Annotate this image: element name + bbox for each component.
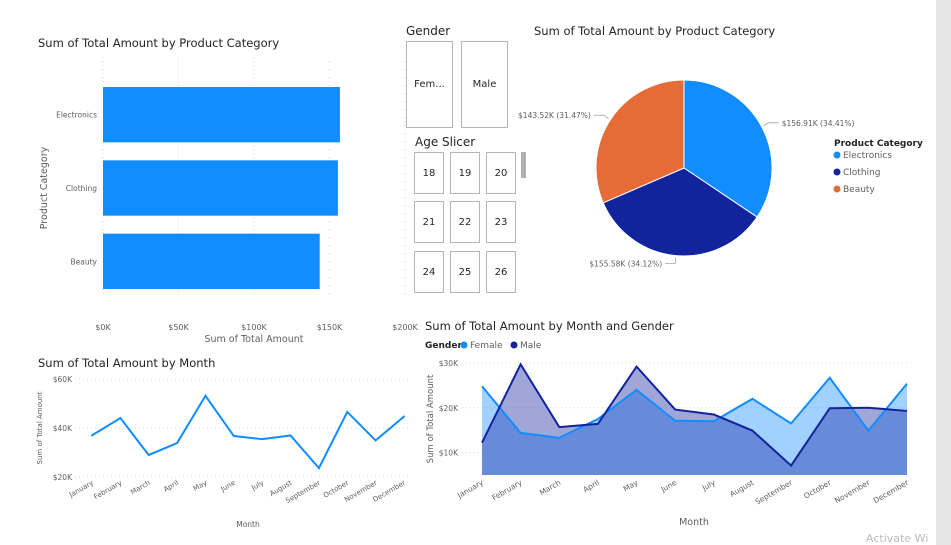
age-option-21[interactable]: 21: [414, 201, 444, 243]
x-tick-label: December: [372, 479, 408, 504]
legend-marker: [460, 341, 468, 349]
x-tick-label: $200K: [392, 323, 418, 332]
line-point: [403, 415, 405, 418]
pie-chart: $156.91K (34.41%) $155.58K (34.12%) $143.5…: [518, 79, 923, 269]
line-point: [261, 438, 264, 441]
x-axis-label: Month: [236, 520, 260, 529]
area-legend-item: Female: [470, 341, 503, 351]
age-option-20[interactable]: 20: [486, 152, 516, 194]
pie-legend-item: Beauty: [843, 185, 875, 195]
x-tick-label: December: [872, 477, 911, 505]
pie-legend-item: Electronics: [843, 151, 892, 161]
pie-legend-title: Product Category: [834, 139, 923, 149]
y-axis-label: Sum of Total Amount: [426, 374, 436, 463]
y-axis-label: Product Category: [39, 146, 50, 229]
area-legend-item: Male: [520, 341, 542, 351]
gender-slicer-title: Gender: [406, 24, 451, 38]
x-tick-label: August: [728, 478, 755, 499]
line-series-total: [91, 393, 405, 470]
y-tick-label: $40K: [53, 424, 73, 433]
pie-data-label: $155.58K (34.12%): [589, 260, 662, 269]
age-option-19[interactable]: 19: [450, 152, 480, 194]
line-point: [204, 394, 207, 397]
pie-chart-title: Sum of Total Amount by Product Category: [534, 24, 776, 38]
x-tick-label: May: [192, 479, 209, 493]
line-point: [317, 467, 320, 470]
legend-marker: [833, 168, 841, 176]
legend-marker: [833, 151, 841, 159]
x-tick-label: April: [582, 478, 601, 494]
x-tick-label: March: [538, 478, 563, 497]
x-tick-label: March: [129, 479, 151, 497]
age-option-25[interactable]: 25: [450, 251, 480, 293]
x-tick-label: November: [833, 477, 872, 505]
line-point: [374, 439, 377, 442]
age-option-22[interactable]: 22: [450, 201, 480, 243]
line-point: [176, 442, 179, 445]
gender-option-male[interactable]: Male: [461, 41, 508, 128]
x-tick-label: $0K: [95, 323, 111, 332]
y-tick-label: $20K: [53, 473, 73, 482]
x-tick-label: June: [219, 479, 237, 494]
age-slicer-title: Age Slicer: [415, 135, 476, 149]
x-axis-label: Month: [679, 517, 709, 528]
line-chart-title: Sum of Total Amount by Month: [38, 356, 216, 370]
bar-chart-title: Sum of Total Amount by Product Category: [38, 36, 280, 50]
age-option-23[interactable]: 23: [486, 201, 516, 243]
age-option-26[interactable]: 26: [486, 251, 516, 293]
x-tick-label: May: [622, 478, 640, 494]
line-point: [119, 417, 122, 420]
line-point: [232, 435, 235, 438]
area-chart-title: Sum of Total Amount by Month and Gender: [425, 319, 674, 333]
x-tick-label: July: [249, 479, 265, 493]
pie-legend-item: Clothing: [843, 168, 880, 178]
pie-leader-line: [593, 114, 610, 119]
x-tick-label: $100K: [241, 323, 267, 332]
y-tick-label: $60K: [53, 375, 73, 384]
page-scrollbar[interactable]: [936, 0, 951, 545]
gender-option-female[interactable]: Fem...: [406, 41, 453, 128]
pie-leader-line: [763, 122, 779, 127]
y-tick-label: $30K: [439, 359, 459, 368]
line-point: [147, 453, 150, 456]
pie-leader-line: [665, 257, 677, 264]
x-tick-label: June: [659, 478, 679, 495]
line-point: [91, 434, 93, 437]
y-tick-label: Clothing: [66, 184, 97, 193]
line-chart: $20K$40K$60KJanuaryFebruary March April May…: [36, 375, 410, 529]
y-tick-label: $20K: [439, 404, 459, 413]
legend-marker: [833, 185, 841, 193]
y-tick-label: $10K: [439, 449, 459, 458]
bar-clothing: [103, 160, 338, 216]
x-tick-label: April: [162, 479, 180, 494]
area-legend-title: Gender: [425, 341, 462, 351]
line-point: [289, 434, 292, 437]
y-tick-label: Electronics: [56, 111, 97, 120]
legend-marker: [510, 341, 518, 349]
area-chart: Gender Female Male $10K $20K $30K January Febru…: [425, 341, 911, 528]
pie-data-label: $156.91K (34.41%): [782, 119, 855, 128]
x-tick-label: October: [802, 477, 833, 500]
line-point: [346, 410, 349, 413]
area-fill-male: [482, 364, 907, 475]
age-option-24[interactable]: 24: [414, 251, 444, 293]
bar-chart: $0K $50K $100K $150K $200K Electronics Clothin…: [39, 57, 419, 345]
x-tick-label: July: [700, 478, 718, 493]
y-tick-label: Beauty: [71, 257, 98, 266]
bar-beauty: [103, 233, 320, 289]
x-tick-label: $150K: [317, 323, 343, 332]
pie-data-label: $143.52K (31.47%): [518, 111, 591, 120]
bar-electronics: [103, 87, 340, 143]
age-slicer-scrollbar[interactable]: [521, 152, 526, 178]
x-tick-label: February: [92, 479, 123, 501]
y-axis-label: Sum of Total Amount: [36, 391, 44, 464]
x-axis-label: Sum of Total Amount: [204, 334, 303, 345]
age-option-18[interactable]: 18: [414, 152, 444, 194]
x-tick-label: January: [455, 478, 485, 501]
x-tick-label: February: [490, 478, 524, 503]
x-tick-label: September: [754, 477, 795, 506]
activation-watermark: Activate Wi: [866, 532, 929, 545]
x-tick-label: $50K: [168, 323, 189, 332]
